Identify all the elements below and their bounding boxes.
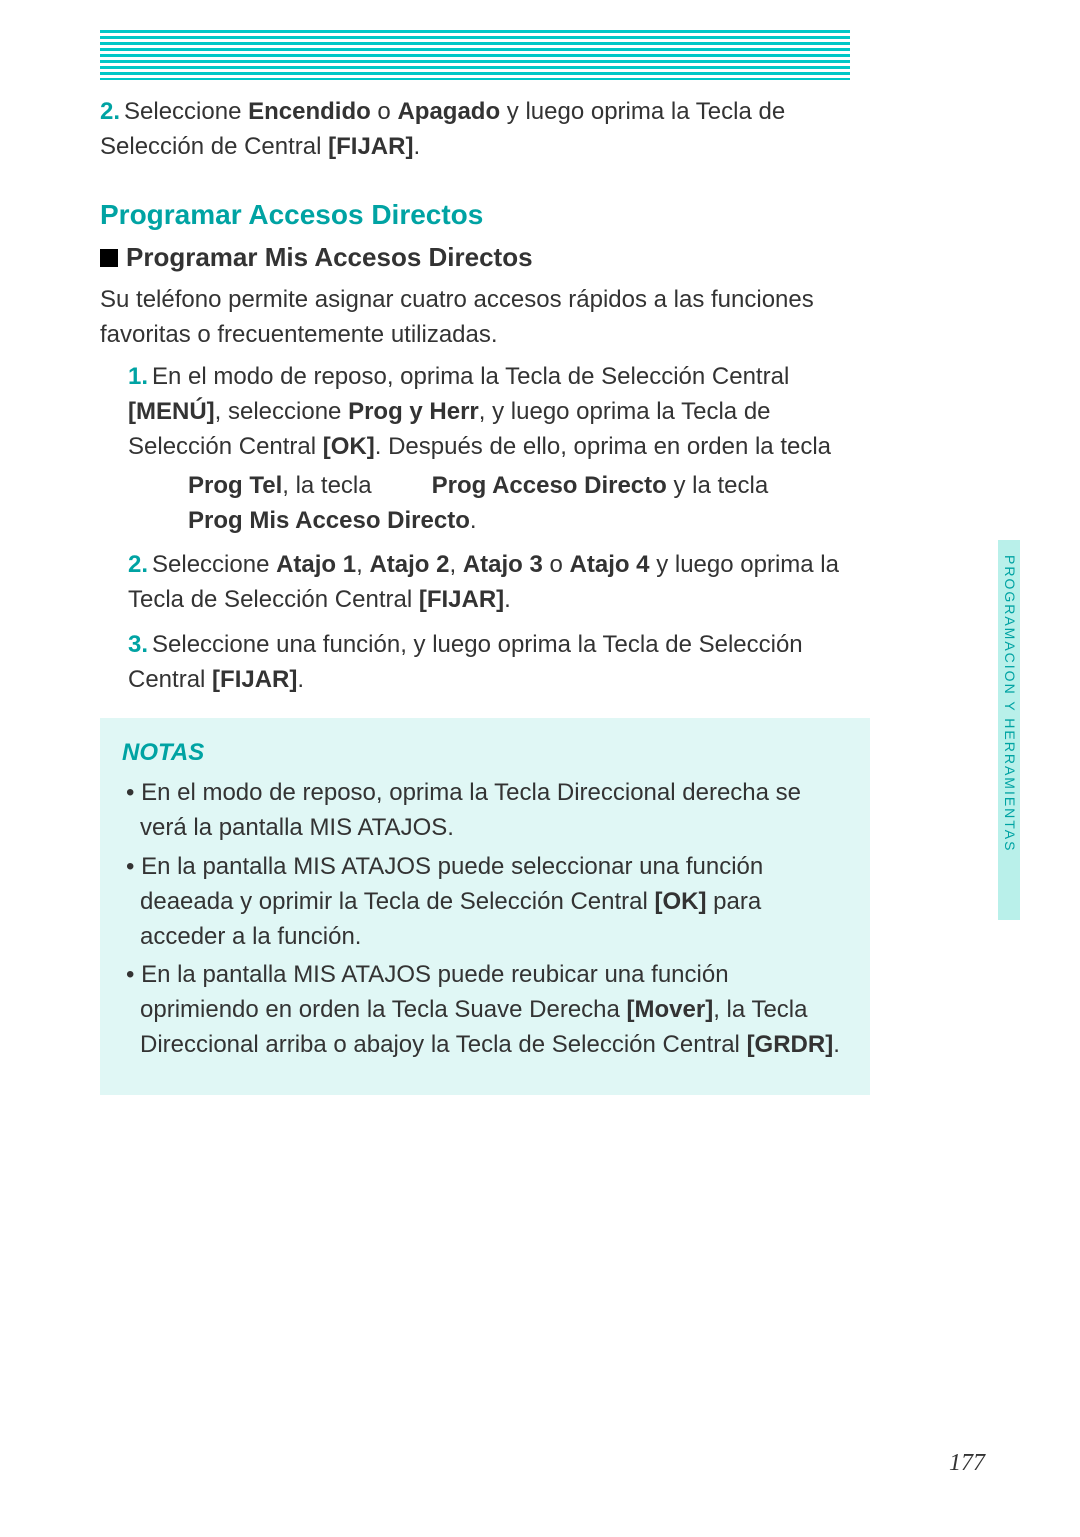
side-section-label: PROGRAMACION Y HERRAMIENTAS: [1002, 555, 1018, 852]
step-1: 1.En el modo de reposo, oprima la Tecla …: [100, 360, 870, 538]
bold: Encendido: [248, 98, 371, 125]
text: .: [297, 666, 304, 693]
notes-box: NOTAS • En el modo de reposo, oprima la …: [100, 718, 870, 1095]
step-3: 3.Seleccione una función, y luego oprima…: [100, 628, 870, 698]
bold: [OK]: [323, 433, 375, 460]
square-icon: [100, 249, 118, 267]
text: ,: [449, 551, 462, 578]
notes-title: NOTAS: [122, 736, 848, 771]
bold: Apagado: [397, 98, 500, 125]
page-number: 177: [949, 1450, 985, 1477]
subsection-heading: Programar Mis Accesos Directos: [100, 239, 870, 277]
text: Seleccione: [124, 98, 248, 125]
header-stripes: [100, 30, 850, 80]
bold: Prog Tel: [188, 472, 282, 499]
subsection-text: Programar Mis Accesos Directos: [126, 242, 533, 272]
step-number: 2.: [100, 98, 120, 125]
bold: [GRDR]: [747, 1031, 834, 1058]
bold: [MENÚ]: [128, 398, 215, 425]
bold: [Mover]: [627, 996, 714, 1023]
text: .: [833, 1031, 840, 1058]
note-item: • En la pantalla MIS ATAJOS puede selecc…: [122, 850, 848, 954]
bold: Atajo 3: [463, 551, 543, 578]
text: En el modo de reposo, oprima la Tecla de…: [152, 363, 789, 390]
text: , la tecla: [282, 472, 378, 499]
text: .: [413, 133, 420, 160]
bold: Atajo 1: [276, 551, 356, 578]
note-item: • En el modo de reposo, oprima la Tecla …: [122, 776, 848, 846]
bold: Atajo 2: [369, 551, 449, 578]
bold: [FIJAR]: [419, 586, 504, 613]
bold: Prog y Herr: [348, 398, 479, 425]
bold: Prog Mis Acceso Directo: [188, 507, 470, 534]
step-2: 2.Seleccione Atajo 1, Atajo 2, Atajo 3 o…: [100, 548, 870, 618]
step-number: 1.: [128, 363, 148, 390]
note-item: • En la pantalla MIS ATAJOS puede reubic…: [122, 958, 848, 1062]
text: . Después de ello, oprima en orden la te…: [375, 433, 831, 460]
section-heading: Programar Accesos Directos: [100, 195, 870, 236]
section-description: Su teléfono permite asignar cuatro acces…: [100, 283, 870, 353]
text: .: [504, 586, 511, 613]
bold: [OK]: [655, 888, 707, 915]
text: En el modo de reposo, oprima la Tecla Di…: [140, 779, 801, 841]
page-content: 2.Seleccione Encendido o Apagado y luego…: [100, 95, 870, 1095]
intro-step: 2.Seleccione Encendido o Apagado y luego…: [100, 95, 870, 165]
bold: [FIJAR]: [212, 666, 297, 693]
text: Seleccione: [152, 551, 276, 578]
step-1-sub: Prog Tel, la tecla Prog Acceso Directo y…: [128, 469, 870, 539]
text: , seleccione: [215, 398, 348, 425]
bold: [FIJAR]: [328, 133, 413, 160]
text: o: [371, 98, 398, 125]
text: ,: [356, 551, 369, 578]
text: .: [470, 507, 477, 534]
text: y la tecla: [667, 472, 768, 499]
bold: Prog Acceso Directo: [432, 472, 667, 499]
text: o: [543, 551, 570, 578]
step-number: 2.: [128, 551, 148, 578]
bold: Atajo 4: [570, 551, 650, 578]
step-number: 3.: [128, 631, 148, 658]
